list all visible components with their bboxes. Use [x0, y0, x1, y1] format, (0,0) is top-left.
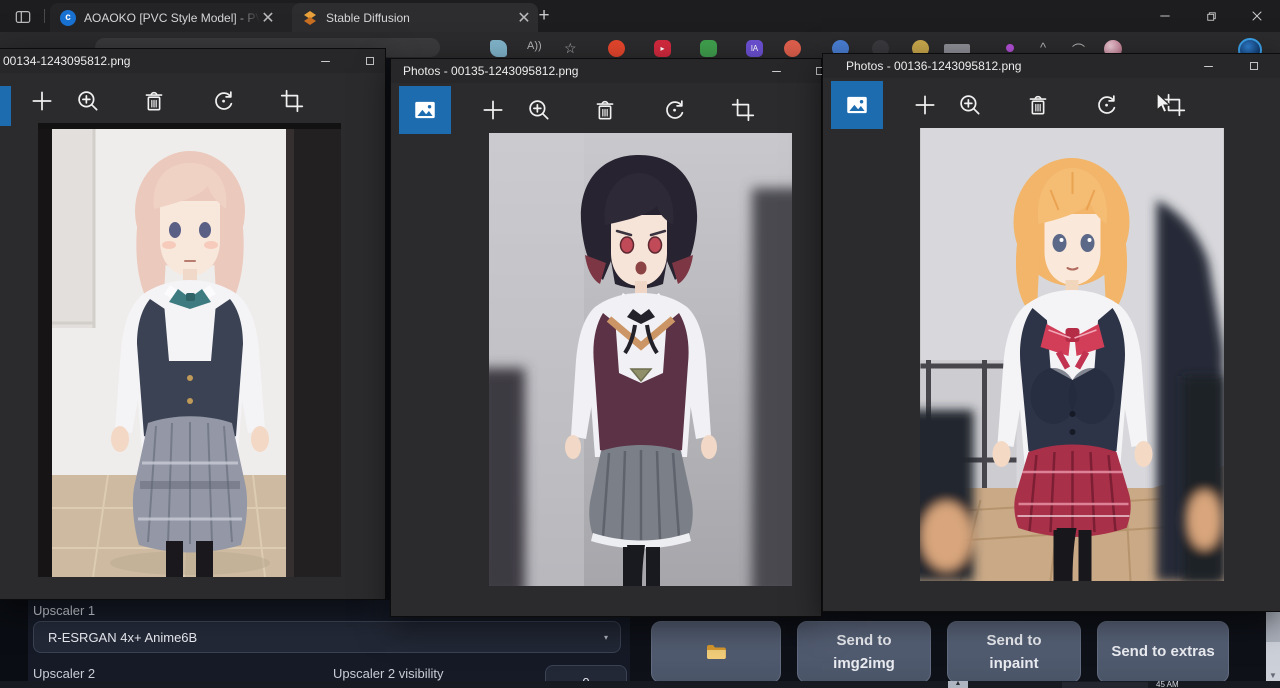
taskbar-clock[interactable]: 45 AM	[1156, 681, 1179, 688]
crop-button[interactable]	[279, 88, 305, 114]
rotate-button[interactable]	[211, 88, 237, 114]
window-titlebar[interactable]: Photos - 00136-1243095812.png	[823, 54, 1280, 78]
extension-icon-red[interactable]	[608, 40, 625, 57]
photo-00136[interactable]	[920, 128, 1224, 581]
photo-00135[interactable]	[489, 133, 792, 586]
taskbar-sliver: ▲ 45 AM	[0, 681, 1280, 688]
browser-tab-stable-diffusion[interactable]: Stable Diffusion ✕	[292, 3, 538, 32]
add-button[interactable]	[912, 92, 938, 118]
delete-button[interactable]	[1025, 92, 1051, 118]
rotate-button[interactable]	[662, 97, 688, 123]
zoom-button[interactable]	[526, 97, 552, 123]
open-folder-button[interactable]	[651, 621, 781, 683]
browser-tab-civitai[interactable]: c AOAOKO [PVC Style Model] - PV ✕	[50, 3, 302, 32]
tab-close-icon[interactable]: ✕	[260, 10, 276, 26]
window-titlebar[interactable]: Photos - 00135-1243095812.png	[391, 59, 821, 83]
upscaler2-visibility-label: Upscaler 2 visibility	[333, 666, 444, 681]
browser-restore-button[interactable]	[1188, 0, 1234, 32]
zoom-button[interactable]	[957, 92, 983, 118]
window-maximize-button[interactable]	[1237, 54, 1271, 78]
crop-button[interactable]	[730, 97, 756, 123]
add-button[interactable]	[29, 88, 55, 114]
system-tray[interactable]	[1062, 682, 1148, 688]
tab-close-icon[interactable]: ✕	[516, 10, 532, 26]
read-aloud-icon[interactable]: A))	[527, 40, 542, 52]
civitai-favicon: c	[60, 10, 76, 26]
show-hidden-icons-button[interactable]: ▲	[948, 681, 968, 688]
photos-window-00136: Photos - 00136-1243095812.png	[822, 53, 1280, 612]
rotate-button[interactable]	[1094, 92, 1120, 118]
extension-icon-play[interactable]: ▸	[654, 40, 671, 57]
desktop: c AOAOKO [PVC Style Model] - PV ✕ Stable…	[0, 0, 1280, 688]
window-title: 00134-1243095812.png	[3, 54, 130, 68]
photo-icon	[412, 97, 438, 123]
new-tab-button[interactable]: +	[532, 4, 556, 28]
window-minimize-button[interactable]	[308, 49, 342, 73]
browser-minimize-button[interactable]	[1142, 0, 1188, 32]
scroll-down-icon[interactable]: ▼	[1266, 668, 1280, 682]
folder-icon	[704, 640, 728, 664]
scrollbar-thumb[interactable]	[1266, 612, 1280, 642]
upscaler1-dropdown[interactable]: R-ESRGAN 4x+ Anime6B ▾	[33, 621, 621, 653]
tab-actions-icon[interactable]	[13, 7, 33, 27]
tab-separator	[44, 9, 45, 23]
extension-icon-orange[interactable]	[784, 40, 801, 57]
delete-button[interactable]	[592, 97, 618, 123]
tab-title: Stable Diffusion	[326, 11, 516, 25]
browser-close-button[interactable]	[1234, 0, 1280, 32]
stable-diffusion-favicon	[302, 10, 318, 26]
button-label: Send to extras	[1111, 640, 1214, 663]
upscaler1-label: Upscaler 1	[33, 603, 95, 618]
collections-icon[interactable]	[490, 40, 507, 57]
extension-icon-green[interactable]	[700, 40, 717, 57]
mouse-cursor	[1156, 92, 1174, 116]
image-view-button-partial[interactable]	[0, 86, 11, 126]
send-to-inpaint-button[interactable]: Send to inpaint	[947, 621, 1081, 683]
upscaler2-label: Upscaler 2	[33, 666, 95, 681]
upscaler1-value: R-ESRGAN 4x+ Anime6B	[48, 630, 197, 645]
tab-title: AOAOKO [PVC Style Model] - PV	[84, 11, 260, 25]
photo-00134[interactable]	[38, 123, 341, 577]
image-view-button[interactable]	[399, 86, 451, 134]
extension-dot-icon[interactable]	[1006, 44, 1014, 52]
extension-icon-purple[interactable]: lA	[746, 40, 763, 57]
send-to-img2img-button[interactable]: Send to img2img	[797, 621, 931, 683]
window-titlebar[interactable]: 00134-1243095812.png	[0, 49, 385, 73]
photos-window-00135: Photos - 00135-1243095812.png	[390, 58, 822, 617]
send-to-extras-button[interactable]: Send to extras	[1097, 621, 1229, 683]
button-label: Send to img2img	[819, 629, 909, 676]
photo-icon	[844, 92, 870, 118]
window-title: Photos - 00135-1243095812.png	[403, 64, 578, 78]
zoom-button[interactable]	[75, 88, 101, 114]
image-view-button[interactable]	[831, 81, 883, 129]
window-minimize-button[interactable]	[1191, 54, 1225, 78]
delete-button[interactable]	[141, 88, 167, 114]
favorites-star-icon[interactable]: ☆	[564, 40, 577, 57]
dropdown-caret-icon: ▾	[604, 633, 608, 642]
window-minimize-button[interactable]	[759, 59, 793, 83]
window-title: Photos - 00136-1243095812.png	[846, 59, 1021, 73]
add-button[interactable]	[480, 97, 506, 123]
button-label: Send to inpaint	[974, 629, 1054, 676]
sd-page-gutter	[0, 598, 28, 688]
window-maximize-button[interactable]	[353, 49, 387, 73]
photos-window-00134: 00134-1243095812.png	[0, 48, 386, 600]
